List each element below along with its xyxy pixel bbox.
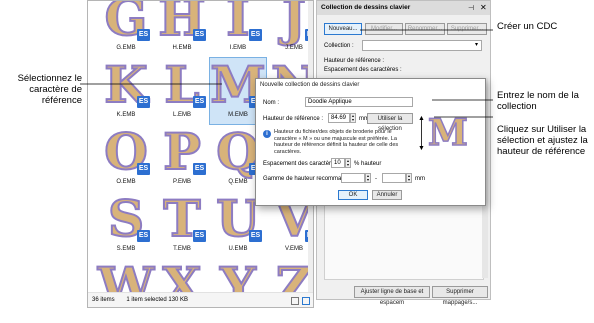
callout-create: Créer un CDC	[497, 21, 558, 32]
callout-enter-name: Entrez le nom de la collection	[497, 90, 579, 112]
callout-use-selection: Cliquez sur Utiliser la sélection et aju…	[497, 124, 588, 157]
callout-lines	[80, 29, 493, 118]
callout-select-ref: Sélectionnez le caractère de référence	[17, 73, 82, 106]
